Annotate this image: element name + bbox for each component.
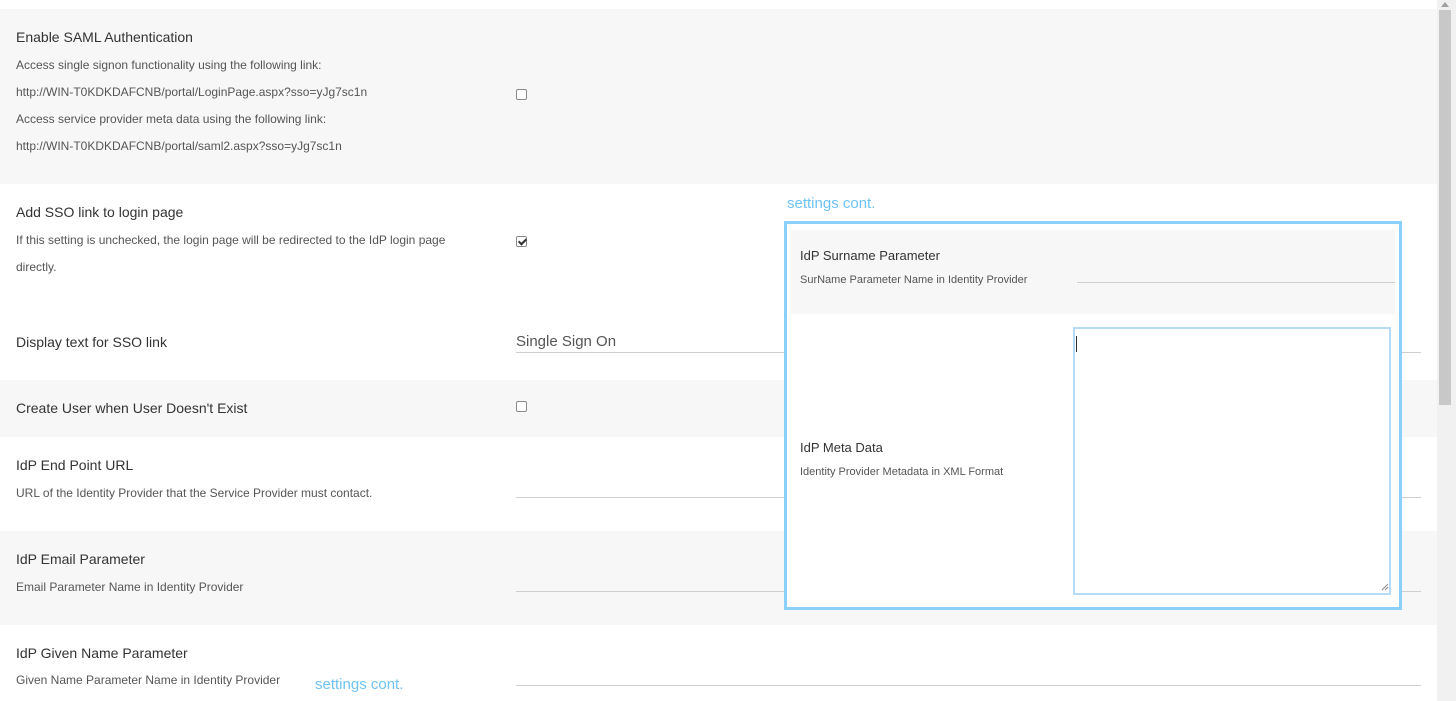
sso-link-desc-2: directly. <box>16 260 57 274</box>
create-user-title: Create User when User Doesn't Exist <box>16 400 248 416</box>
sso-link-title: Add SSO link to login page <box>16 204 184 220</box>
idp-metadata-desc: Identity Provider Metadata in XML Format <box>800 466 1004 478</box>
settings-continuation-panel: IdP Surname Parameter SurName Parameter … <box>784 221 1402 610</box>
saml-title: Enable SAML Authentication <box>16 29 193 45</box>
idp-given-name-desc: Given Name Parameter Name in Identity Pr… <box>16 673 281 687</box>
saml-metadata-link[interactable]: http://WIN-T0KDKDAFCNB/portal/saml2.aspx… <box>16 139 342 153</box>
create-user-checkbox[interactable] <box>516 401 527 412</box>
idp-endpoint-title: IdP End Point URL <box>16 457 134 473</box>
text-caret <box>1076 336 1077 352</box>
idp-email-desc: Email Parameter Name in Identity Provide… <box>16 580 244 594</box>
idp-surname-input[interactable] <box>1077 262 1395 283</box>
idp-surname-setting-row: IdP Surname Parameter SurName Parameter … <box>791 230 1395 314</box>
idp-metadata-title: IdP Meta Data <box>800 440 883 455</box>
saml-desc-2: Access service provider meta data using … <box>16 112 327 126</box>
saml-desc-1: Access single signon functionality using… <box>16 58 322 72</box>
saml-login-link[interactable]: http://WIN-T0KDKDAFCNB/portal/LoginPage.… <box>16 85 367 99</box>
add-sso-link-checkbox[interactable] <box>516 236 527 247</box>
scroll-up-arrow-icon[interactable] <box>1441 2 1449 7</box>
settings-cont-label-top: settings cont. <box>787 195 876 212</box>
settings-cont-label-bottom: settings cont. <box>315 676 404 693</box>
idp-metadata-textarea[interactable] <box>1073 327 1391 595</box>
idp-given-name-title: IdP Given Name Parameter <box>16 645 188 661</box>
idp-surname-title: IdP Surname Parameter <box>800 248 940 263</box>
scrollbar-thumb[interactable] <box>1439 10 1451 405</box>
display-text-title: Display text for SSO link <box>16 334 167 350</box>
saml-setting-row: Enable SAML Authentication Access single… <box>0 9 1437 184</box>
settings-page: Enable SAML Authentication Access single… <box>0 0 1437 701</box>
enable-saml-checkbox[interactable] <box>516 89 527 100</box>
idp-given-name-input[interactable] <box>516 663 1421 686</box>
idp-endpoint-desc: URL of the Identity Provider that the Se… <box>16 486 373 500</box>
idp-surname-desc: SurName Parameter Name in Identity Provi… <box>800 274 1028 286</box>
resize-grip-icon[interactable] <box>1381 583 1389 591</box>
sso-link-desc-1: If this setting is unchecked, the login … <box>16 233 446 247</box>
idp-email-title: IdP Email Parameter <box>16 551 145 567</box>
idp-given-name-setting-row: IdP Given Name Parameter Given Name Para… <box>0 625 1437 701</box>
